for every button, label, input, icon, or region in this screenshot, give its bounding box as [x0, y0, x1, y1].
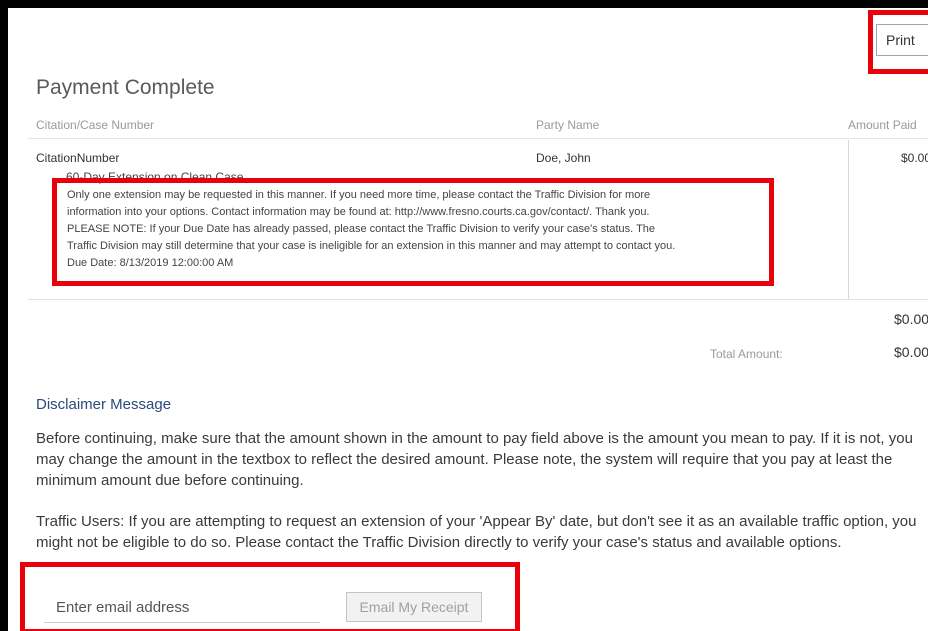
email-address-input[interactable]	[44, 593, 320, 623]
subtotal-value: $0.00	[894, 311, 928, 327]
extension-line: PLEASE NOTE: If your Due Date has alread…	[67, 223, 656, 235]
extension-title: 60-Day Extension on Clean Case	[66, 170, 244, 184]
extension-line: information into your options. Contact i…	[67, 206, 650, 218]
extension-due-date: Due Date: 8/13/2019 12:00:00 AM	[67, 257, 234, 269]
page-title: Payment Complete	[36, 76, 215, 99]
column-header-amount-paid: Amount Paid	[848, 118, 917, 132]
extension-line: Traffic Division may still determine tha…	[67, 240, 676, 252]
amount-column-divider	[848, 140, 849, 300]
extension-line: Only one extension may be requested in t…	[67, 189, 651, 201]
total-amount-value: $0.00	[894, 344, 928, 360]
disclaimer-heading: Disclaimer Message	[36, 396, 172, 413]
table-footer-divider	[28, 299, 928, 300]
column-header-party-name: Party Name	[536, 118, 600, 132]
table-header-divider	[28, 138, 928, 139]
amount-paid-cell: $0.00	[901, 151, 928, 165]
extension-details: Only one extension may be requested in t…	[67, 187, 767, 272]
traffic-users-paragraph: Traffic Users: If you are attempting to …	[36, 513, 917, 551]
disclaimer-paragraph: Before continuing, make sure that the am…	[36, 430, 913, 489]
citation-number-cell: CitationNumber	[36, 151, 120, 165]
payment-complete-page: Print Payment Complete Citation/Case Num…	[8, 8, 928, 631]
total-amount-label: Total Amount:	[710, 347, 783, 361]
print-button[interactable]: Print	[876, 24, 928, 56]
column-header-citation: Citation/Case Number	[36, 118, 155, 132]
party-name-cell: Doe, John	[536, 151, 591, 165]
email-receipt-button[interactable]: Email My Receipt	[346, 592, 482, 622]
